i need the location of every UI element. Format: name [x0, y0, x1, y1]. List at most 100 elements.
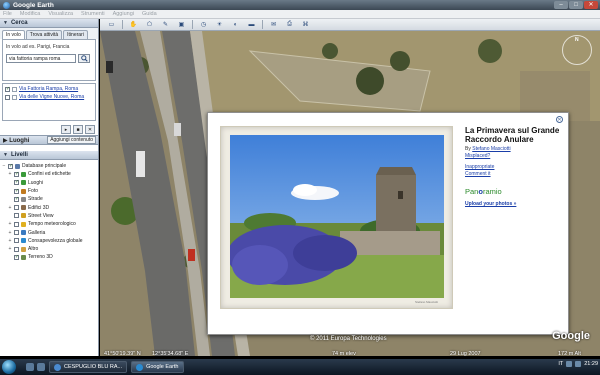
photo-byline: By Stefano Masciotti [465, 146, 565, 152]
clear-button[interactable]: ✕ [85, 125, 95, 134]
inappropriate-link[interactable]: Inappropriate [465, 164, 565, 170]
layer-checkbox[interactable] [8, 163, 13, 169]
layer-item[interactable]: + Confini ed etichette [2, 170, 96, 178]
planets-icon[interactable]: ◐ [230, 20, 241, 29]
layer-expander[interactable]: + [8, 246, 12, 252]
layer-item[interactable]: + Altro [2, 245, 96, 253]
close-button[interactable]: ✕ [584, 1, 598, 9]
print-icon[interactable]: ⎙ [284, 20, 295, 29]
show-desktop-icon[interactable] [26, 363, 34, 371]
tab-directions[interactable]: Itinerari [63, 30, 88, 39]
toolbar: ▭ ✋ ⬠ ✎ ▣ ◷ ☀ ◐ ▬ ✉ ⎙ ⌘ [100, 19, 600, 31]
search-button[interactable] [78, 54, 90, 63]
layer-item[interactable]: + Galleria [2, 228, 96, 236]
layer-checkbox[interactable] [14, 188, 19, 194]
north-indicator: N [575, 37, 579, 43]
clock[interactable]: 21:29 [584, 361, 598, 367]
sun-icon[interactable]: ☀ [214, 20, 225, 29]
language-indicator[interactable]: IT [558, 361, 563, 367]
ruler-icon[interactable]: ▬ [246, 20, 257, 29]
menu-tools[interactable]: Strumenti [81, 11, 105, 17]
maps-icon[interactable]: ⌘ [300, 20, 311, 29]
list-item[interactable]: Via Fattoria Rampa, Roma [5, 86, 93, 92]
upload-photos-link[interactable]: Upload your photos » [465, 201, 565, 207]
earth-view[interactable]: N Stefano Masciotti La Primavera sul Gra… [100, 31, 600, 356]
sidebar: ▼ Cerca In volo Trova attività Itinerari… [0, 19, 99, 356]
add-content-button[interactable]: Aggiungi contenuto [47, 136, 96, 144]
layer-checkbox[interactable] [14, 238, 19, 244]
layer-item[interactable]: Terreno 3D [2, 253, 96, 261]
maximize-button[interactable]: □ [569, 1, 583, 9]
layer-expander[interactable]: − [2, 163, 6, 169]
layer-item[interactable]: Street View [2, 212, 96, 220]
misplaced-link[interactable]: Misplaced? [465, 153, 565, 159]
stop-button[interactable]: ■ [73, 125, 83, 134]
layer-icon [21, 196, 26, 202]
panoramio-logo[interactable]: Panoramio [465, 187, 565, 196]
start-button[interactable] [2, 360, 16, 374]
layer-checkbox[interactable] [14, 205, 19, 211]
tab-fly-to[interactable]: In volo [2, 30, 25, 39]
layer-item[interactable]: Foto [2, 187, 96, 195]
menu-view[interactable]: Visualizza [48, 11, 73, 17]
email-icon[interactable]: ✉ [268, 20, 279, 29]
layer-icon [21, 205, 26, 211]
layer-checkbox[interactable] [14, 254, 19, 260]
menu-help[interactable]: Guida [142, 11, 157, 17]
layer-item[interactable]: Luoghi [2, 179, 96, 187]
search-panel-header[interactable]: ▼ Cerca [0, 19, 98, 28]
layer-expander[interactable]: + [8, 230, 12, 236]
result-checkbox[interactable] [5, 86, 10, 92]
minimize-button[interactable]: – [554, 1, 568, 9]
list-item[interactable]: Via delle Vigne Nuove, Roma [5, 94, 93, 100]
layer-checkbox[interactable] [14, 196, 19, 202]
menu-add[interactable]: Aggiungi [113, 11, 134, 17]
search-icon [80, 55, 88, 62]
tab-find-businesses[interactable]: Trova attività [25, 30, 63, 39]
layer-expander[interactable]: + [8, 171, 12, 177]
layer-checkbox[interactable] [14, 230, 19, 236]
comment-link[interactable]: Comment it [465, 171, 565, 177]
layer-item[interactable]: + Tempo meteorologico [2, 220, 96, 228]
history-icon[interactable]: ◷ [198, 20, 209, 29]
layer-icon [21, 180, 26, 186]
places-panel-header[interactable]: ▶ Luoghi Aggiungi contenuto [0, 135, 98, 145]
window-controls: – □ ✕ [554, 1, 598, 9]
close-icon[interactable]: ✕ [556, 116, 563, 123]
longitude-readout: 12°35'34.68" E [152, 351, 189, 357]
taskbar-item-google-earth[interactable]: Google Earth [131, 361, 184, 373]
taskbar-item-browser[interactable]: CESPUGLIO BLU RA... [49, 361, 128, 373]
layer-expander[interactable]: + [8, 205, 12, 211]
layers-panel-header[interactable]: ▼ Livelli [0, 151, 98, 160]
layer-item[interactable]: + Consapevolezza globale [2, 237, 96, 245]
volume-icon[interactable] [575, 361, 582, 367]
network-icon[interactable] [566, 361, 573, 367]
panoramio-photo[interactable] [230, 135, 444, 298]
menu-edit[interactable]: Modifica [20, 11, 40, 17]
layer-checkbox[interactable] [14, 171, 19, 177]
layer-checkbox[interactable] [14, 179, 19, 186]
layer-item[interactable]: Strade [2, 195, 96, 203]
layer-expander[interactable]: + [8, 221, 12, 227]
search-input[interactable]: via fattoria rampa roma [6, 54, 76, 63]
layer-expander[interactable]: + [8, 238, 12, 244]
overlay-icon[interactable]: ▣ [176, 20, 187, 29]
layer-label: Altro [28, 246, 39, 253]
layer-checkbox[interactable] [14, 213, 19, 219]
layer-checkbox[interactable] [14, 246, 19, 252]
result-checkbox[interactable] [5, 94, 10, 100]
menu-file[interactable]: File [3, 11, 12, 17]
navigation-compass[interactable]: N [562, 35, 592, 65]
result-link[interactable]: Via delle Vigne Nuove, Roma [19, 94, 84, 100]
layer-item[interactable]: − Database principale [2, 162, 96, 170]
path-icon[interactable]: ✎ [160, 20, 171, 29]
placemark-icon[interactable]: ✋ [128, 20, 139, 29]
layer-item[interactable]: + Edifici 3D [2, 203, 96, 211]
author-link[interactable]: Stefano Masciotti [472, 146, 510, 152]
result-link[interactable]: Via Fattoria Rampa, Roma [19, 86, 78, 92]
switch-windows-icon[interactable] [37, 363, 45, 371]
polygon-icon[interactable]: ⬠ [144, 20, 155, 29]
layer-checkbox[interactable] [14, 221, 19, 227]
play-button[interactable]: ▸ [61, 125, 71, 134]
sidebar-toggle-icon[interactable]: ▭ [106, 20, 117, 29]
